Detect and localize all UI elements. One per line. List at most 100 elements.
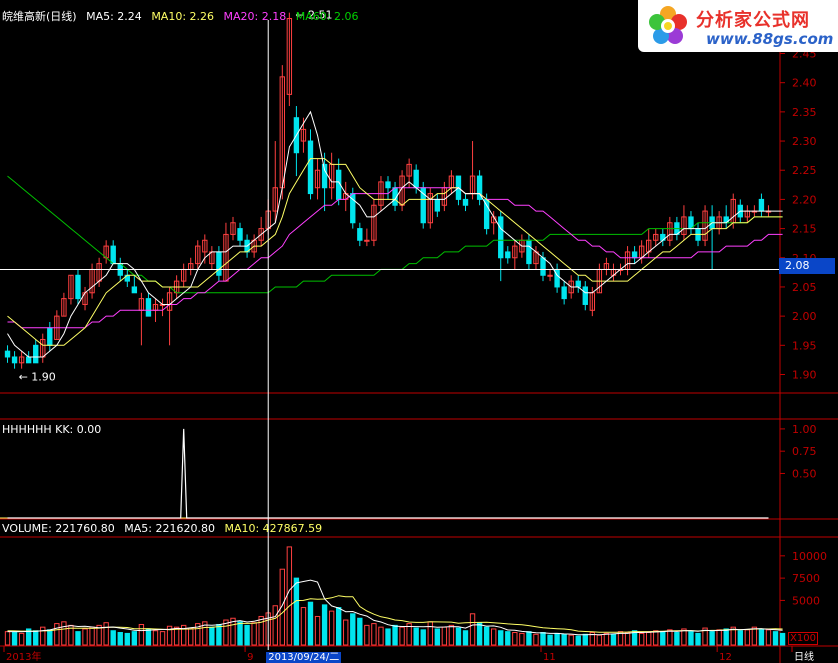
candle-body (25, 356, 32, 364)
volume-unit-label: X100 (788, 632, 818, 645)
volume-bar (533, 633, 539, 646)
volume-bar (117, 632, 123, 646)
crosshair-date-badge: 2013/09/24/二 (266, 652, 342, 663)
volume-bar (392, 624, 398, 646)
x-tick-label: 11 (543, 652, 556, 663)
volume-bar (343, 619, 349, 646)
volume-bar (258, 615, 264, 646)
volume-bar (321, 604, 328, 646)
x-tick-label: 2013年 (6, 650, 41, 663)
volume-bar (124, 632, 130, 646)
candle-body (758, 198, 765, 212)
volume-bar (413, 627, 419, 646)
candle-body (4, 350, 11, 358)
volume-bar (441, 626, 448, 646)
candle-body (547, 274, 553, 277)
volume-bar (89, 626, 95, 646)
volume-bar (427, 621, 433, 646)
volume-bar (610, 633, 617, 646)
volume-bar (575, 635, 581, 646)
candle-body (216, 251, 222, 276)
logo-url: www.88gs.com (706, 30, 834, 48)
price-pane-header: 皖维高新(日线) MA5: 2.24 MA10: 2.26 MA20: 2.18… (2, 10, 364, 24)
x-tick-label: 12 (719, 652, 732, 663)
low-price-label: ← 1.90 (19, 371, 56, 384)
candle-body (33, 344, 39, 364)
price-tick-label: 1.95 (792, 339, 817, 352)
volume-bar (723, 628, 729, 646)
volume-bar (293, 577, 300, 646)
volume-bar (646, 632, 652, 646)
volume-ma10-value: MA10: 427867.59 (224, 522, 323, 535)
volume-bar (350, 613, 356, 646)
volume-bar (483, 626, 490, 646)
volume-bar (512, 632, 518, 646)
kk-tick-label: 0.75 (792, 445, 817, 458)
volume-bar (4, 631, 11, 646)
price-tick-label: 1.90 (792, 368, 817, 381)
candle-body (110, 245, 116, 265)
volume-bar (328, 610, 335, 646)
price-tick-label: 2.15 (792, 223, 817, 236)
candle-body (357, 228, 363, 241)
candle-body (582, 286, 588, 305)
kk-indicator-pane[interactable] (7, 428, 769, 519)
volume-bar (378, 626, 384, 646)
volume-bar (751, 626, 758, 646)
volume-pane[interactable] (4, 546, 786, 646)
volume-bar (688, 631, 694, 646)
crosshair-price-badge: 2.08 (779, 258, 835, 274)
volume-bar (469, 613, 476, 646)
volume-bar (758, 628, 765, 646)
candle-body (413, 169, 419, 189)
candle-body (131, 286, 138, 294)
volume-bar (335, 607, 342, 646)
volume-bar (498, 630, 504, 646)
volume-bar (476, 622, 483, 646)
price-tick-label: 2.00 (792, 310, 817, 323)
ma5-line (7, 110, 783, 358)
volume-bar (300, 607, 307, 646)
kk-line (7, 428, 769, 519)
stock-title: 皖维高新(日线) (2, 10, 77, 23)
candle-body (505, 251, 511, 259)
volume-bar (434, 628, 441, 646)
volume-bar (75, 631, 81, 646)
volume-bar (660, 631, 666, 646)
volume-bar (596, 634, 603, 646)
volume-bar (561, 633, 567, 646)
candle-body (237, 228, 243, 241)
volume-bar (131, 631, 138, 646)
volume-bar (455, 627, 462, 646)
volume-bar (505, 631, 511, 646)
volume-bar (624, 632, 631, 646)
ma60-value: MA60: 2.06 (295, 10, 359, 23)
candle-body (631, 251, 638, 259)
candle-body (75, 274, 81, 300)
candle-body (434, 198, 441, 212)
volume-bar (54, 623, 60, 646)
price-pane[interactable]: ← 2.51← 1.90 (4, 9, 783, 384)
volume-bar (138, 623, 145, 646)
volume-bar (772, 631, 779, 646)
volume-bar (765, 629, 772, 646)
price-tick-label: 2.35 (792, 106, 817, 119)
volume-bar (61, 621, 67, 646)
x-tick-label: 日线 (794, 650, 814, 663)
volume-tick-label: 10000 (792, 550, 827, 563)
x-axis: 2013年 9 11 12 日线 (3, 646, 814, 663)
volume-bar (314, 615, 321, 646)
candle-body (11, 356, 18, 364)
price-tick-label: 2.20 (792, 193, 817, 206)
candle-body (575, 280, 581, 288)
volume-bar (209, 626, 215, 646)
volume-bar (103, 622, 109, 646)
volume-ma5-line (7, 579, 783, 636)
candle-body (540, 257, 546, 276)
volume-bar (188, 627, 194, 646)
volume-bar (357, 617, 363, 646)
volume-bar (216, 623, 222, 646)
volume-bar (82, 628, 88, 646)
volume-bar (540, 632, 546, 646)
volume-bar (251, 622, 257, 646)
